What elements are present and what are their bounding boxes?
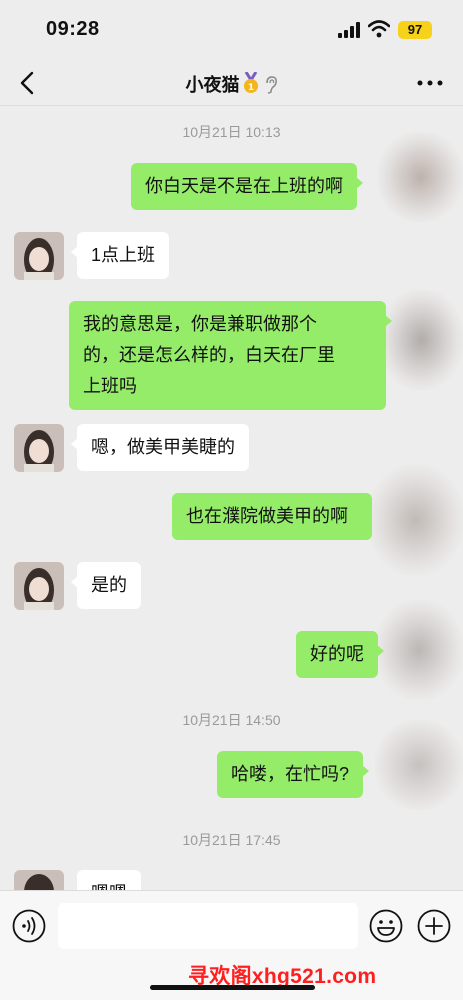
contact-avatar[interactable] xyxy=(14,562,64,610)
blur-smudge xyxy=(380,290,463,390)
message-bubble-sent[interactable]: 哈喽，在忙吗? xyxy=(217,751,370,798)
message-timestamp: 10月21日 17:45 xyxy=(182,832,281,848)
message-bubble-sent[interactable]: 好的呢 xyxy=(296,631,384,678)
plus-icon[interactable] xyxy=(417,909,451,943)
message-text: 你白天是不是在上班的啊 xyxy=(145,176,343,196)
message-bubble-sent[interactable]: 也在濮院做美甲的啊 xyxy=(172,493,372,540)
avatar-image xyxy=(14,424,64,472)
emoji-icon[interactable] xyxy=(369,909,403,943)
chat-header: 小夜猫 1 xyxy=(0,60,463,106)
message-timestamp: 10月21日 10:13 xyxy=(182,124,281,140)
message-text: 嗯，做美甲美睫的 xyxy=(91,437,235,457)
message-text: 是的 xyxy=(91,575,127,595)
message-text: 1点上班 xyxy=(91,245,156,265)
medal-icon: 1 xyxy=(243,72,258,93)
status-time: 09:28 xyxy=(46,18,100,40)
avatar-image xyxy=(14,870,64,890)
message-text: 好的呢 xyxy=(310,644,364,664)
home-indicator xyxy=(150,985,315,990)
battery-indicator: 97 xyxy=(398,21,432,39)
blur-smudge xyxy=(368,465,463,575)
contact-avatar[interactable] xyxy=(14,424,64,472)
message-text-line: 上班吗 xyxy=(83,376,137,396)
signal-icon xyxy=(338,22,360,38)
message-text: 哈喽，在忙吗? xyxy=(231,764,350,784)
ear-icon xyxy=(265,76,277,94)
chat-title-group: 小夜猫 1 xyxy=(0,71,463,97)
status-bar: 09:28 97 xyxy=(0,0,463,60)
blur-smudge xyxy=(375,600,463,700)
message-bubble-sent[interactable]: 你白天是不是在上班的啊 xyxy=(131,163,363,210)
message-bubble-received[interactable]: 嗯嗯 xyxy=(77,870,141,890)
wifi-icon xyxy=(368,20,390,38)
message-input[interactable] xyxy=(58,903,358,949)
message-text: 也在濮院做美甲的啊 xyxy=(186,506,348,526)
message-bubble-received[interactable]: 是的 xyxy=(71,562,141,609)
message-text: 嗯嗯 xyxy=(91,883,127,890)
avatar-image xyxy=(14,562,64,610)
blur-smudge xyxy=(375,720,463,810)
chat-title: 小夜猫 xyxy=(185,75,240,95)
avatar-image xyxy=(14,232,64,280)
blur-smudge xyxy=(378,132,463,222)
contact-avatar[interactable] xyxy=(14,870,64,890)
message-bubble-received[interactable]: 1点上班 xyxy=(70,232,170,279)
message-text-line: 我的意思是，你是兼职做那个 xyxy=(83,314,317,334)
voice-icon[interactable] xyxy=(12,909,46,943)
contact-avatar[interactable] xyxy=(14,232,64,280)
message-text-line: 的，还是怎么样的，白天在厂里 xyxy=(83,345,335,365)
message-timestamp: 10月21日 14:50 xyxy=(182,712,281,728)
message-bubble-received[interactable]: 嗯，做美甲美睫的 xyxy=(71,424,249,471)
more-icon[interactable] xyxy=(414,72,446,94)
svg-text:1: 1 xyxy=(247,83,253,93)
message-bubble-sent[interactable]: 我的意思是，你是兼职做那个 的，还是怎么样的，白天在厂里 上班吗 xyxy=(69,301,392,410)
